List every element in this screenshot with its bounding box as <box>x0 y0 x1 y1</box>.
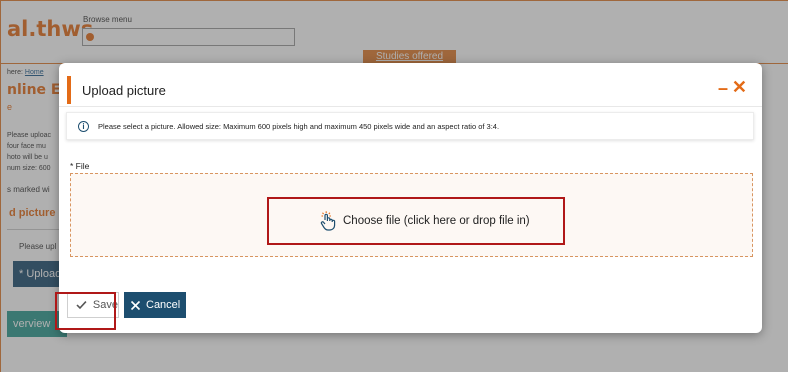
save-button-highlight <box>55 292 116 330</box>
cancel-label: Cancel <box>146 299 181 311</box>
info-message: i Please select a picture. Allowed size:… <box>66 112 754 140</box>
choose-file-label[interactable]: Choose file (click here or drop file in) <box>343 215 530 227</box>
dialog-header: Upload picture – ✕ <box>59 63 762 107</box>
file-dropzone[interactable]: Choose file (click here or drop file in) <box>70 173 753 257</box>
choose-file-button[interactable]: Choose file (click here or drop file in) <box>319 211 530 231</box>
choose-file-highlight[interactable]: Choose file (click here or drop file in) <box>267 197 565 245</box>
cancel-button[interactable]: Cancel <box>124 292 186 318</box>
upload-picture-dialog: Upload picture – ✕ i Please select a pic… <box>59 63 762 333</box>
dialog-title: Upload picture <box>82 83 166 98</box>
info-icon: i <box>78 121 89 132</box>
x-icon <box>130 300 141 310</box>
file-field-label: * File <box>70 161 90 171</box>
hand-pointer-icon <box>320 211 336 231</box>
minimize-icon[interactable]: – <box>718 79 728 97</box>
header-accent-bar <box>67 76 71 104</box>
info-text: Please select a picture. Allowed size: M… <box>98 122 500 131</box>
close-icon[interactable]: ✕ <box>732 78 747 96</box>
